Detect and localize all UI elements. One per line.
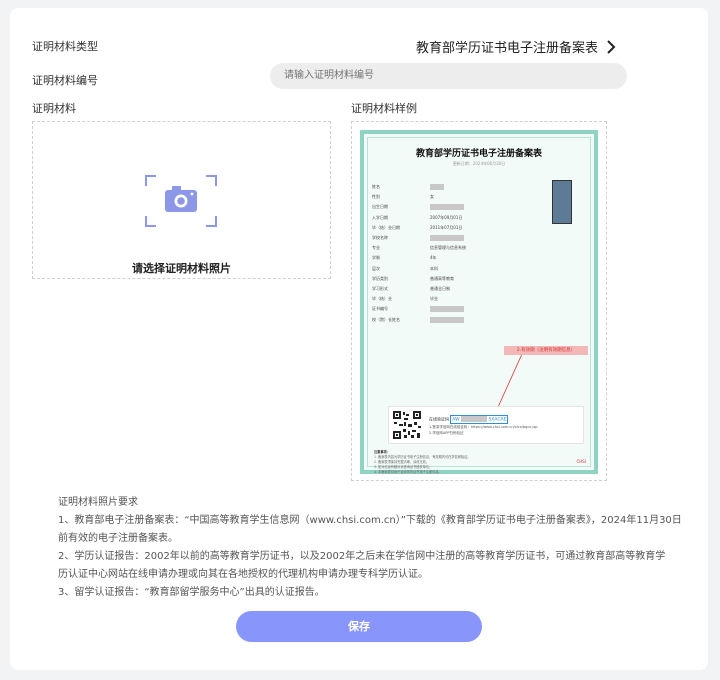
type-label: 证明材料类型 (32, 40, 98, 53)
cert-note: 4. 本备案表仅用于证明学历证书电子注册信息。 (374, 470, 442, 474)
material-label: 证明材料 (32, 102, 76, 115)
verify-box: 在线验证码 AW SXACAE 1.登录学信网在线验证码：https://www… (388, 406, 584, 444)
cert-annotation: 2.有效期（注明有效期信息） (504, 346, 588, 355)
sample-preview: 教育部学历证书电子注册备案表 更新日期：2024年06月30日 姓名 性别女出生日… (351, 121, 607, 481)
requirement-line: 历认证中心网站在线申请办理或向其在各地授权的代理机构申请办理专科学历认证。 (58, 569, 428, 580)
form-card: 证明材料类型 教育部学历证书电子注册备案表 证明材料编号 证明材料 证明材料样例… (10, 8, 708, 670)
verify-line-1: 1.登录学信网在线验证码：https://www.chsi.com.cn/xlc… (429, 425, 538, 429)
upload-area[interactable]: 请选择证明材料照片 (32, 121, 331, 279)
chevron-right-icon (607, 39, 616, 54)
qr-code-icon (392, 410, 422, 440)
requirements-title: 证明材料照片要求 (58, 497, 138, 508)
verify-code-line: 在线验证码 AW SXACAE (429, 415, 509, 424)
sample-label: 证明材料样例 (351, 102, 417, 115)
requirement-line: 1、教育部电子注册备案表：“中国高等教育学生信息网（www.chsi.com.c… (58, 515, 682, 526)
cert-notes: 注意事项： 1. 备案表内容为学历证书电子注册信息，有效期内可在学信网验证。 2.… (374, 450, 574, 475)
sample-certificate: 教育部学历证书电子注册备案表 更新日期：2024年06月30日 姓名 性别女出生日… (360, 130, 598, 474)
number-input[interactable] (270, 63, 627, 89)
upload-text: 请选择证明材料照片 (132, 262, 231, 275)
type-selector[interactable]: 教育部学历证书电子注册备案表 (416, 37, 618, 56)
verify-line-2: 2.学信网APP扫码验证 (429, 431, 464, 435)
save-button[interactable]: 保存 (236, 611, 482, 642)
number-label: 证明材料编号 (32, 74, 98, 87)
requirement-line: 前有效的电子注册备案表。 (58, 533, 178, 544)
requirement-line: 2、学历认证报告：2002年以前的高等教育学历证书，以及2002年之后未在学信网… (58, 551, 666, 562)
requirement-line: 3、留学认证报告：“教育部留学服务中心”出具的认证报告。 (58, 587, 325, 598)
camera-icon (145, 175, 217, 227)
verify-code: AW SXACAE (450, 415, 509, 424)
type-value: 教育部学历证书电子注册备案表 (415, 41, 598, 56)
chsi-logo: CHSI (576, 459, 586, 464)
